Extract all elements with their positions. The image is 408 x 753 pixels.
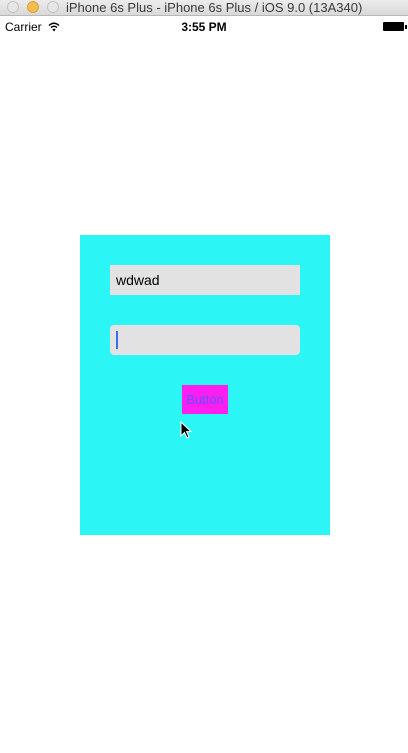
simulator-title-bar: iPhone 6s Plus - iPhone 6s Plus / iOS 9.… xyxy=(0,0,408,16)
status-bar: Carrier 3:55 PM xyxy=(0,16,408,38)
status-time: 3:55 PM xyxy=(181,20,227,34)
text-caret xyxy=(116,331,118,349)
text-field-2[interactable] xyxy=(110,325,300,439)
battery-icon xyxy=(383,22,407,31)
text-field-1[interactable]: wdwad xyxy=(110,265,300,295)
text-field-1-value: wdwad xyxy=(116,272,160,288)
window-title: iPhone 6s Plus - iPhone 6s Plus / iOS 9.… xyxy=(66,0,363,15)
minimize-window-button[interactable] xyxy=(27,1,39,13)
submit-button[interactable]: Button xyxy=(182,385,228,414)
close-window-button[interactable] xyxy=(7,1,19,13)
form-panel: wdwad Button xyxy=(80,235,330,535)
zoom-window-button[interactable] xyxy=(47,1,59,13)
mouse-pointer-icon xyxy=(180,421,192,439)
